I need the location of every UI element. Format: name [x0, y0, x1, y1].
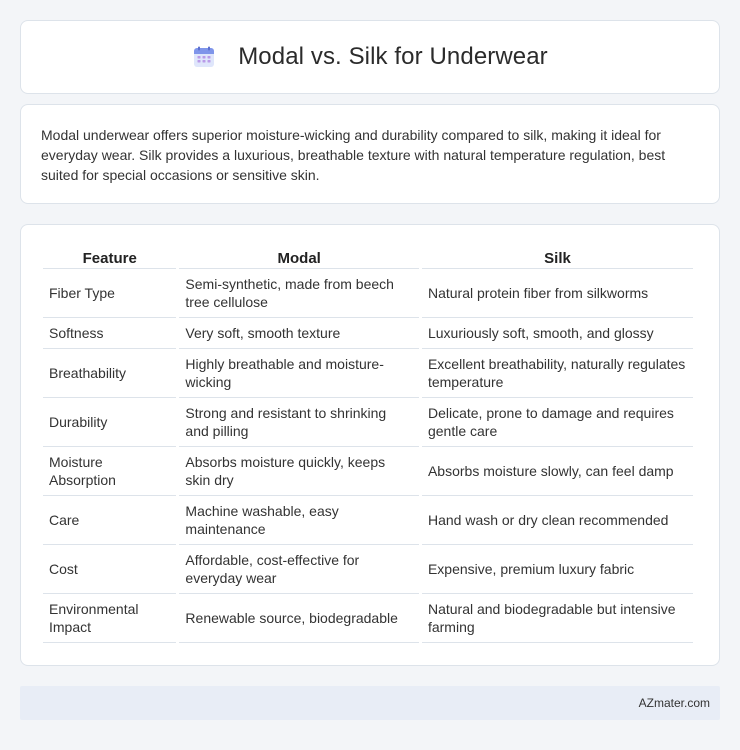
feature-cell: Care: [43, 496, 177, 545]
feature-cell: Breathability: [43, 349, 177, 398]
column-header-feature: Feature: [43, 243, 177, 269]
footer-brand: AZmater.com: [638, 696, 710, 710]
calendar-icon: [192, 45, 216, 69]
comparison-table: Feature Modal Silk Fiber Type Semi-synth…: [40, 243, 696, 643]
table-header-row: Feature Modal Silk: [43, 243, 693, 269]
table-row: Fiber Type Semi-synthetic, made from bee…: [43, 269, 693, 318]
silk-cell: Absorbs moisture slowly, can feel damp: [421, 447, 693, 496]
modal-cell: Renewable source, biodegradable: [179, 594, 419, 643]
silk-cell: Delicate, prone to damage and requires g…: [421, 398, 693, 447]
title-wrap: Modal vs. Silk for Underwear: [192, 43, 548, 71]
modal-cell: Machine washable, easy maintenance: [179, 496, 419, 545]
modal-cell: Strong and resistant to shrinking and pi…: [179, 398, 419, 447]
table-row: Moisture Absorption Absorbs moisture qui…: [43, 447, 693, 496]
feature-cell: Fiber Type: [43, 269, 177, 318]
modal-cell: Highly breathable and moisture-wicking: [179, 349, 419, 398]
footer: AZmater.com: [20, 686, 720, 720]
page-title: Modal vs. Silk for Underwear: [238, 43, 548, 70]
feature-cell: Environmental Impact: [43, 594, 177, 643]
table-row: Breathability Highly breathable and mois…: [43, 349, 693, 398]
header-card: Modal vs. Silk for Underwear: [20, 20, 720, 94]
silk-cell: Natural and biodegradable but intensive …: [421, 594, 693, 643]
table-row: Cost Affordable, cost-effective for ever…: [43, 545, 693, 594]
comparison-table-card: Feature Modal Silk Fiber Type Semi-synth…: [20, 224, 720, 666]
modal-cell: Affordable, cost-effective for everyday …: [179, 545, 419, 594]
column-header-silk: Silk: [421, 243, 693, 269]
intro-text: Modal underwear offers superior moisture…: [41, 127, 666, 183]
intro-card: Modal underwear offers superior moisture…: [20, 104, 720, 204]
modal-cell: Very soft, smooth texture: [179, 318, 419, 349]
silk-cell: Luxuriously soft, smooth, and glossy: [421, 318, 693, 349]
silk-cell: Expensive, premium luxury fabric: [421, 545, 693, 594]
table-row: Environmental Impact Renewable source, b…: [43, 594, 693, 643]
silk-cell: Excellent breathability, naturally regul…: [421, 349, 693, 398]
feature-cell: Durability: [43, 398, 177, 447]
feature-cell: Moisture Absorption: [43, 447, 177, 496]
feature-cell: Softness: [43, 318, 177, 349]
table-row: Softness Very soft, smooth texture Luxur…: [43, 318, 693, 349]
modal-cell: Absorbs moisture quickly, keeps skin dry: [179, 447, 419, 496]
silk-cell: Natural protein fiber from silkworms: [421, 269, 693, 318]
column-header-modal: Modal: [179, 243, 419, 269]
feature-cell: Cost: [43, 545, 177, 594]
table-row: Care Machine washable, easy maintenance …: [43, 496, 693, 545]
modal-cell: Semi-synthetic, made from beech tree cel…: [179, 269, 419, 318]
table-row: Durability Strong and resistant to shrin…: [43, 398, 693, 447]
silk-cell: Hand wash or dry clean recommended: [421, 496, 693, 545]
